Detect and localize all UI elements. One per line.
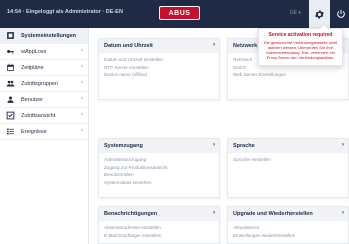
- sidebar-item-label: Benutzer: [21, 96, 44, 103]
- link-email-recipients[interactable]: E-Mail Empfänger einstellen: [104, 232, 214, 240]
- language-selector[interactable]: DE ▾: [290, 10, 301, 16]
- panel-title: Netzwerk: [233, 43, 258, 49]
- panel-title: Upgrade und Wiederherstellen: [233, 211, 313, 217]
- sidebar-item-label: Zutrittsansicht: [21, 112, 56, 119]
- power-icon: [337, 9, 345, 18]
- sidebar-item-label: Zeitpläne: [21, 64, 44, 71]
- abus-logo: ABUS: [159, 6, 200, 20]
- panel-title: Datum und Uhrzeit: [104, 43, 153, 49]
- panel-title: Benachrichtigungen: [104, 211, 158, 217]
- gear-icon: [6, 31, 15, 40]
- key-icon: [6, 47, 15, 56]
- panel-title: Systemzugang: [104, 143, 143, 149]
- top-bar: 14:54 · Eingeloggt als Administrator · D…: [0, 0, 349, 28]
- popover-body: Die gewünschte Verbindungsbereite nicht …: [263, 40, 338, 60]
- logout-button[interactable]: [333, 0, 349, 28]
- chevron-right-icon: ›: [81, 80, 83, 86]
- check-icon: [6, 111, 15, 120]
- sidebar-item-systemeinstellungen[interactable]: Systemeinstellungen: [0, 28, 88, 44]
- chevron-right-icon: ›: [342, 142, 344, 148]
- panel-date-time-header[interactable]: Datum und Uhrzeit ›: [99, 39, 219, 53]
- chevron-right-icon: ›: [81, 96, 83, 102]
- user-icon: [6, 95, 15, 104]
- calendar-icon: [6, 63, 15, 72]
- panel-notifications: Benachrichtigungen › Absenderadresse ein…: [98, 206, 220, 244]
- link-device-name[interactable]: Device name (offline): [104, 71, 214, 79]
- chevron-right-icon: ›: [81, 64, 83, 70]
- group-icon: [6, 79, 15, 88]
- sidebar-item-label: wAppLoxx: [21, 48, 47, 55]
- sidebar-item-wapploxx[interactable]: wAppLoxx ›: [0, 44, 88, 60]
- chevron-right-icon: ›: [342, 210, 344, 216]
- panel-system-access: Systemzugang › Administratorzugang Zugan…: [98, 138, 220, 198]
- service-activation-popover: Service activation required Die gewünsch…: [258, 25, 343, 66]
- link-production-view[interactable]: Zugang zur Produktionsansicht: [104, 164, 214, 172]
- panel-title: Sprache: [233, 143, 255, 149]
- settings-button[interactable]: [309, 0, 330, 28]
- link-web-server[interactable]: Web Server Einstellungen: [233, 71, 343, 79]
- sidebar: Systemeinstellungen wAppLoxx › Zeitpläne…: [0, 28, 89, 244]
- link-system-status[interactable]: Systemstatus einsehen: [104, 179, 214, 187]
- panel-date-time: Datum und Uhrzeit › Datum und Uhrzeit ei…: [98, 38, 220, 100]
- session-status-text: 14:54 · Eingeloggt als Administrator · D…: [7, 9, 123, 15]
- chevron-right-icon: ›: [213, 142, 215, 148]
- link-restore-settings[interactable]: Einstellungen wiederherstellen: [233, 232, 343, 240]
- list-icon: [6, 127, 15, 136]
- panel-upgrade-header[interactable]: Upgrade und Wiederherstellen ›: [228, 207, 348, 221]
- link-set-language[interactable]: Sprache einstellen: [233, 156, 343, 164]
- link-set-date-time[interactable]: Datum und Uhrzeit einstellen: [104, 56, 214, 64]
- cog-icon: [315, 10, 324, 18]
- logo-text: ABUS: [168, 9, 191, 17]
- sidebar-item-benutzer[interactable]: Benutzer ›: [0, 92, 88, 108]
- link-user-roles[interactable]: Benutzerrollen: [104, 171, 214, 179]
- sidebar-item-label: Systemeinstellungen: [21, 32, 77, 39]
- chevron-right-icon: ›: [81, 128, 83, 134]
- sidebar-item-ereignisse[interactable]: Ereignisse ›: [0, 124, 88, 140]
- link-sender-address[interactable]: Absenderadresse einstellen: [104, 224, 214, 232]
- sidebar-item-zeitplaene[interactable]: Zeitpläne ›: [0, 60, 88, 76]
- panel-system-access-header[interactable]: Systemzugang ›: [99, 139, 219, 153]
- panel-notifications-header[interactable]: Benachrichtigungen ›: [99, 207, 219, 221]
- sidebar-item-label: Ereignisse: [21, 128, 47, 135]
- chevron-right-icon: ›: [213, 42, 215, 48]
- chevron-right-icon: ›: [81, 112, 83, 118]
- link-update[interactable]: Aktualisieren: [233, 224, 343, 232]
- panel-upgrade: Upgrade und Wiederherstellen › Aktualisi…: [227, 206, 349, 244]
- panel-language: Sprache › Sprache einstellen: [227, 138, 349, 198]
- link-admin-access[interactable]: Administratorzugang: [104, 156, 214, 164]
- chevron-right-icon: ›: [81, 48, 83, 54]
- chevron-right-icon: ›: [213, 210, 215, 216]
- link-ntp-server[interactable]: NTP Server einstellen: [104, 64, 214, 72]
- popover-arrow: [320, 25, 328, 29]
- panel-language-header[interactable]: Sprache ›: [228, 139, 348, 153]
- sidebar-item-zutrittsgruppen[interactable]: Zutrittsgruppen ›: [0, 76, 88, 92]
- sidebar-item-zutrittsansicht[interactable]: Zutrittsansicht ›: [0, 108, 88, 124]
- popover-title: Service activation required: [268, 32, 333, 38]
- sidebar-item-label: Zutrittsgruppen: [21, 80, 58, 87]
